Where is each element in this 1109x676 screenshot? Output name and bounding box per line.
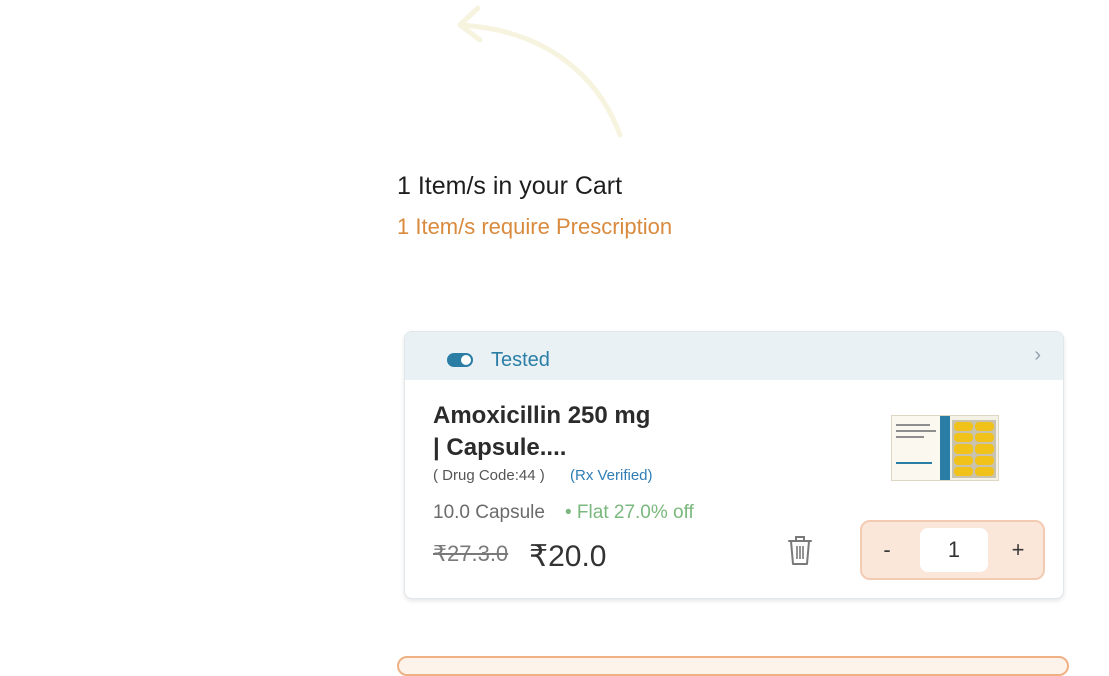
rx-verified-badge: (Rx Verified) bbox=[570, 467, 653, 484]
cart-count-heading: 1 Item/s in your Cart bbox=[397, 172, 623, 200]
drug-code: ( Drug Code:44 ) bbox=[433, 467, 545, 484]
quantity-stepper: - 1 + bbox=[860, 520, 1045, 580]
drug-name-line-2: | Capsule.... bbox=[433, 434, 567, 461]
pack-size: 10.0 Capsule bbox=[433, 502, 545, 523]
trash-icon[interactable] bbox=[786, 533, 814, 567]
drug-name: Amoxicillin 250 mg | Capsule.... bbox=[433, 400, 733, 464]
item-tag-header[interactable]: Tested › bbox=[405, 332, 1063, 380]
final-price: ₹20.0 bbox=[529, 540, 607, 573]
original-price: ₹27.3.0 bbox=[433, 541, 509, 566]
cart-item-card: Tested › Amoxicillin 250 mg | Capsule...… bbox=[404, 331, 1064, 599]
next-card-edge bbox=[397, 656, 1069, 676]
quantity-value[interactable]: 1 bbox=[920, 528, 988, 572]
product-text-line bbox=[896, 430, 936, 432]
increase-quantity-button[interactable]: + bbox=[993, 522, 1043, 578]
prescription-required-text: 1 Item/s require Prescription bbox=[397, 214, 673, 239]
product-text-line bbox=[896, 462, 932, 464]
item-tag-label: Tested bbox=[491, 349, 550, 371]
chevron-right-icon[interactable]: › bbox=[1034, 344, 1041, 367]
drug-name-line-1: Amoxicillin 250 mg bbox=[433, 402, 651, 429]
cart-summary: 1 Item/s in your Cart 1 Item/s require P… bbox=[397, 170, 672, 242]
decrease-quantity-button[interactable]: - bbox=[862, 522, 912, 578]
product-box-band bbox=[940, 416, 950, 480]
product-text-line bbox=[896, 424, 930, 426]
product-text-line bbox=[896, 436, 924, 438]
toggle-icon bbox=[447, 353, 473, 367]
capsule-blister bbox=[952, 420, 996, 478]
discount-text: • Flat 27.0% off bbox=[565, 502, 694, 523]
curved-arrow-icon bbox=[457, 5, 623, 138]
product-image bbox=[891, 415, 999, 481]
